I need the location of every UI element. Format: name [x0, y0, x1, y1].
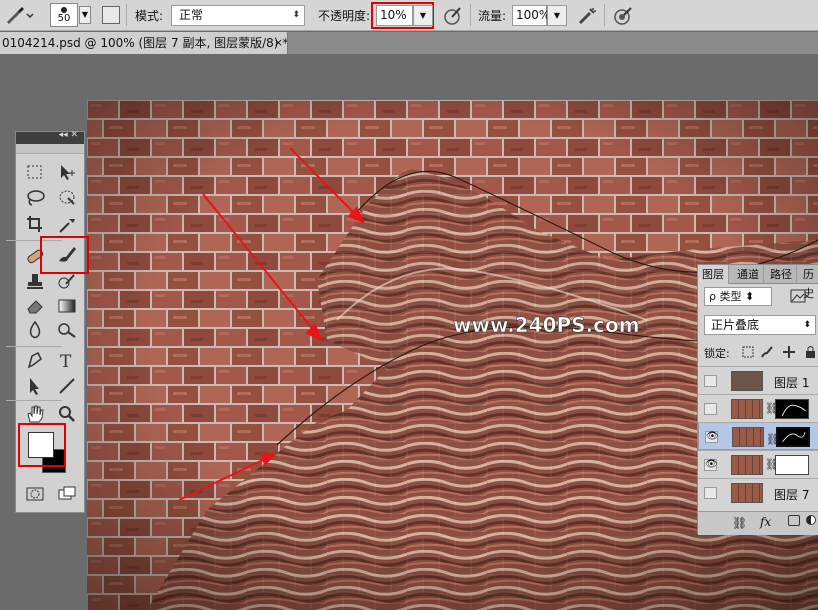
layer-name: 图层 7 [774, 488, 810, 502]
layer-name: 图层 1 [774, 376, 810, 390]
pressure-size-icon[interactable] [612, 5, 634, 27]
path-select-icon[interactable] [24, 376, 46, 396]
mode-select[interactable]: 正常 ⬍ [171, 5, 305, 26]
layer-row[interactable]: 图层 1 [698, 366, 818, 394]
flow-input[interactable]: 100% [512, 5, 551, 26]
tools-grip[interactable] [16, 144, 84, 154]
layer-mask-thumbnail[interactable] [775, 399, 809, 419]
opacity-label: 不透明度: [318, 9, 371, 23]
lock-label: 锁定: [704, 347, 730, 360]
document-title: 0104214.psd @ 100% (图层 7 副本, 图层蒙版/8) * [2, 36, 288, 50]
airbrush-icon[interactable] [576, 5, 598, 27]
collapse-icon[interactable]: ◂◂ ✕ [59, 130, 78, 140]
flow-value: 100% [516, 8, 551, 22]
layers-panel-tabs: 图层 通道 路径 历史 [698, 265, 818, 300]
layer-row[interactable]: ⛓ [698, 394, 818, 422]
mask-stroke-icon [781, 404, 806, 417]
blur-icon[interactable] [24, 320, 46, 340]
layers-panel: 图层 通道 路径 历史 ρ 类型 ⬍ 正片叠底 ⬍ 锁定: 图层 1 ⛓ 👁 ⛓ … [697, 264, 818, 535]
pressure-opacity-icon[interactable] [442, 5, 464, 27]
opacity-value: 10% [380, 8, 407, 22]
zoom-icon[interactable] [56, 404, 78, 424]
brush-size-dropdown[interactable]: ▼ [79, 6, 91, 24]
layer-thumbnail [731, 399, 763, 419]
svg-text:T: T [60, 352, 72, 370]
layer-mask-thumbnail[interactable] [776, 427, 810, 447]
layer-thumbnail [731, 483, 763, 503]
quick-select-icon[interactable] [56, 188, 78, 208]
eyedropper-icon[interactable] [56, 214, 78, 234]
visibility-toggle[interactable] [704, 487, 717, 499]
quick-mask-icon[interactable] [24, 484, 46, 504]
mode-label: 模式: [135, 9, 164, 23]
link-layers-icon[interactable]: ⛓ [732, 516, 747, 530]
gradient-icon[interactable] [56, 296, 78, 316]
dodge-icon[interactable] [56, 320, 78, 340]
layer-row[interactable]: 👁 ⛓ [698, 450, 818, 478]
document-tab-strip: 0104214.psd @ 100% (图层 7 副本, 图层蒙版/8) * × [0, 32, 818, 54]
fx-icon[interactable]: fx [760, 515, 771, 529]
visibility-toggle[interactable] [704, 375, 717, 387]
document-tab[interactable]: 0104214.psd @ 100% (图层 7 副本, 图层蒙版/8) * × [0, 32, 288, 54]
separator [470, 4, 471, 26]
brush-panel-toggle-icon[interactable] [102, 6, 120, 24]
kind-filter-value: ρ 类型 [709, 290, 742, 303]
chevron-updown-icon: ⬍ [803, 320, 811, 330]
chevron-updown-icon: ⬍ [292, 10, 300, 20]
eraser-icon[interactable] [24, 296, 46, 316]
layers-footer: ⛓ fx [698, 511, 818, 535]
brush-size-picker[interactable]: 50 [50, 3, 78, 27]
opacity-dropdown[interactable]: ▼ [413, 5, 433, 26]
layer-mask-thumbnail[interactable] [775, 455, 809, 475]
close-icon[interactable]: × [274, 32, 283, 54]
separator [604, 4, 605, 26]
layer-row[interactable]: 图层 7 [698, 478, 818, 506]
mask-stroke-icon [782, 432, 806, 443]
layer-thumbnail [731, 455, 763, 475]
layer-kind-filter[interactable]: ρ 类型 ⬍ [704, 287, 772, 306]
marquee-icon[interactable] [24, 162, 46, 182]
layer-thumbnail [731, 371, 763, 391]
opacity-input[interactable]: 10% [376, 5, 413, 26]
adjustment-icon[interactable] [806, 515, 816, 525]
blend-mode-value: 正片叠底 [711, 318, 760, 332]
move-icon[interactable] [56, 162, 78, 182]
hand-icon[interactable] [24, 404, 46, 424]
mode-value: 正常 [179, 8, 204, 22]
tools-divider [6, 400, 62, 401]
brush-tool-highlight [40, 236, 89, 274]
type-icon[interactable]: T [56, 350, 78, 372]
eye-icon[interactable]: 👁 [704, 459, 718, 471]
lock-icons[interactable] [742, 345, 818, 359]
flow-label: 流量: [478, 9, 507, 23]
history-brush-icon[interactable] [56, 272, 78, 292]
separator [126, 4, 127, 26]
image-filter-icon[interactable] [790, 289, 806, 303]
blend-mode-select[interactable]: 正片叠底 ⬍ [704, 315, 816, 335]
tab-history[interactable]: 历史 [799, 265, 818, 300]
add-mask-icon[interactable] [788, 515, 800, 526]
flow-dropdown[interactable]: ▼ [547, 5, 567, 26]
brush-preset-icon[interactable] [4, 5, 34, 25]
eye-icon[interactable]: 👁 [705, 431, 719, 443]
visibility-toggle[interactable] [704, 403, 717, 415]
tab-channels[interactable]: 通道 [733, 265, 764, 284]
stamp-icon[interactable] [24, 272, 46, 292]
tab-layers[interactable]: 图层 [698, 265, 729, 284]
line-icon[interactable] [56, 376, 78, 396]
tools-divider [6, 346, 62, 347]
pen-icon[interactable] [24, 350, 46, 370]
layer-row-selected[interactable]: 👁 ⛓ [698, 422, 818, 450]
watermark: www.240PS.com [453, 313, 640, 337]
brush-size-value: 50 [57, 13, 71, 24]
tab-paths[interactable]: 路径 [766, 265, 797, 284]
color-swatch-highlight [18, 423, 66, 467]
screen-mode-icon[interactable] [56, 484, 78, 504]
tools-header[interactable]: ◂◂ ✕ [16, 130, 84, 144]
layer-thumbnail [732, 427, 764, 447]
lasso-icon[interactable] [24, 188, 46, 208]
crop-icon[interactable] [24, 214, 46, 234]
options-bar: 50 ▼ 模式: 正常 ⬍ 不透明度: 10% ▼ 流量: 100% ▼ [0, 0, 818, 31]
